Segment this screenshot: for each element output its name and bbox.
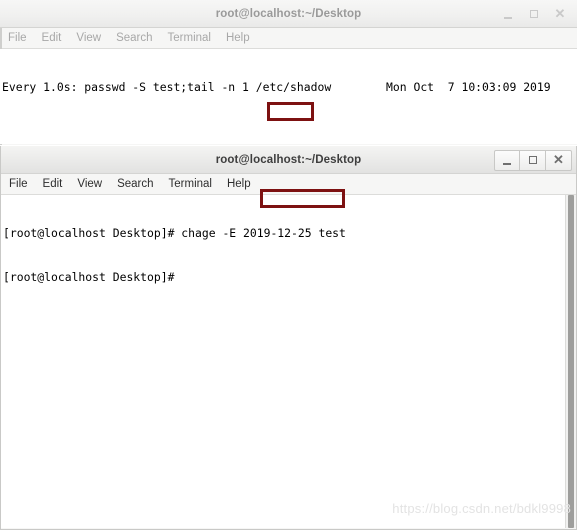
window-controls-bottom: ✕ (494, 146, 572, 174)
maximize-button-top[interactable] (521, 4, 547, 25)
titlebar-top[interactable]: root@localhost:~/Desktop ✕ (0, 0, 577, 28)
menu-item-edit-top[interactable]: Edit (42, 32, 62, 44)
watermark: https://blog.csdn.net/bdkl9998 (392, 501, 571, 516)
menu-item-file-bottom[interactable]: File (9, 178, 28, 190)
terminal-window-bottom[interactable]: root@localhost:~/Desktop ✕ File Edit Vie… (0, 146, 577, 530)
menu-item-view-top[interactable]: View (76, 32, 101, 44)
menu-item-file-top[interactable]: File (8, 32, 27, 44)
menubar-bottom: File Edit View Search Terminal Help (1, 174, 576, 195)
terminal-scrollbar[interactable] (565, 195, 576, 528)
minimize-icon (504, 16, 512, 19)
window-title-top: root@localhost:~/Desktop (215, 7, 362, 20)
menu-item-terminal-top[interactable]: Terminal (168, 32, 211, 44)
close-icon: ✕ (554, 6, 566, 21)
menu-item-search-bottom[interactable]: Search (117, 178, 153, 190)
terminal-output-top[interactable]: Every 1.0s: passwd -S test;tail -n 1 /et… (0, 49, 577, 144)
close-icon: ✕ (553, 152, 564, 167)
terminal-line: [root@localhost Desktop]# (3, 269, 175, 284)
maximize-icon (528, 156, 537, 164)
terminal-line: Every 1.0s: passwd -S test;tail -n 1 /et… (2, 80, 551, 95)
menu-item-help-top[interactable]: Help (226, 32, 250, 44)
terminal-scrollbar-thumb[interactable] (568, 195, 574, 528)
terminal-line: [root@localhost Desktop]# chage -E 2019-… (3, 226, 346, 241)
titlebar-bottom[interactable]: root@localhost:~/Desktop ✕ (1, 146, 576, 174)
close-button-bottom[interactable]: ✕ (546, 149, 572, 171)
menubar-top: File Edit View Search Terminal Help (0, 28, 577, 49)
terminal-output-bottom[interactable]: [root@localhost Desktop]# chage -E 2019-… (1, 195, 576, 528)
maximize-icon (530, 10, 538, 18)
menu-item-search-top[interactable]: Search (116, 32, 152, 44)
window-title-bottom: root@localhost:~/Desktop (215, 153, 362, 166)
maximize-button-bottom[interactable] (520, 149, 546, 171)
menu-item-terminal-bottom[interactable]: Terminal (169, 178, 212, 190)
window-controls-top: ✕ (495, 0, 573, 28)
minimize-button-bottom[interactable] (494, 149, 520, 171)
minimize-icon (503, 162, 511, 165)
menu-item-help-bottom[interactable]: Help (227, 178, 251, 190)
close-button-top[interactable]: ✕ (547, 4, 573, 25)
minimize-button-top[interactable] (495, 4, 521, 25)
terminal-window-top[interactable]: root@localhost:~/Desktop ✕ File Edit Vie… (0, 0, 577, 145)
menu-item-edit-bottom[interactable]: Edit (43, 178, 63, 190)
menu-item-view-bottom[interactable]: View (77, 178, 102, 190)
